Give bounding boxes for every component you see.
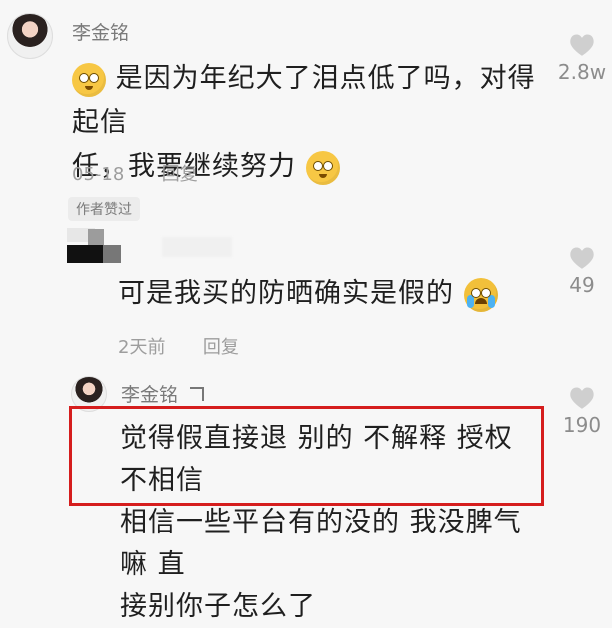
like-count: 49 (557, 244, 607, 297)
comment-author[interactable]: 李金铭 (72, 18, 129, 45)
comment-line: 可是我买的防晒确实是假的 (118, 278, 454, 309)
heart-icon[interactable] (567, 384, 597, 410)
comment-line: 相信一些平台有的没的 我没脾气嘛 直 (120, 507, 522, 580)
comment-date: 2天前 (118, 337, 166, 358)
like-count-value: 190 (562, 413, 602, 437)
like-count: 190 (557, 384, 607, 437)
heart-icon[interactable] (567, 244, 597, 270)
blurred-avatar (67, 245, 103, 263)
comment-author-name: 李金铭 (121, 384, 179, 406)
pleading-face-icon (72, 62, 106, 97)
crying-face-icon (463, 277, 498, 312)
comment-author[interactable]: 李金铭 (121, 380, 205, 407)
comment-line: 是因为年纪大了泪点低了吗，对得起信 (72, 63, 536, 138)
avatar[interactable] (7, 13, 53, 59)
comment-text: 可是我买的防晒确实是假的 (118, 272, 538, 316)
author-badge-icon (190, 387, 205, 401)
reply-button[interactable]: 回复 (203, 337, 239, 358)
blurred-avatar (88, 229, 104, 245)
like-count-value: 49 (569, 273, 595, 297)
author-liked-tag: 作者赞过 (68, 197, 140, 221)
reply-button[interactable]: 回复 (162, 164, 198, 185)
highlight-box (69, 406, 544, 506)
comment-line: 接别你子怎么了 (120, 591, 316, 622)
comment-meta: 2天前 回复 (118, 333, 239, 359)
like-count: 2.8w (557, 31, 607, 84)
heart-icon[interactable] (567, 31, 597, 57)
pleading-face-icon (305, 150, 340, 185)
comment-meta: 05-18 回复 (72, 160, 198, 186)
blurred-username (162, 237, 232, 257)
blurred-avatar (103, 245, 121, 263)
comment-date: 05-18 (72, 164, 125, 185)
like-count-value: 2.8w (557, 60, 607, 84)
